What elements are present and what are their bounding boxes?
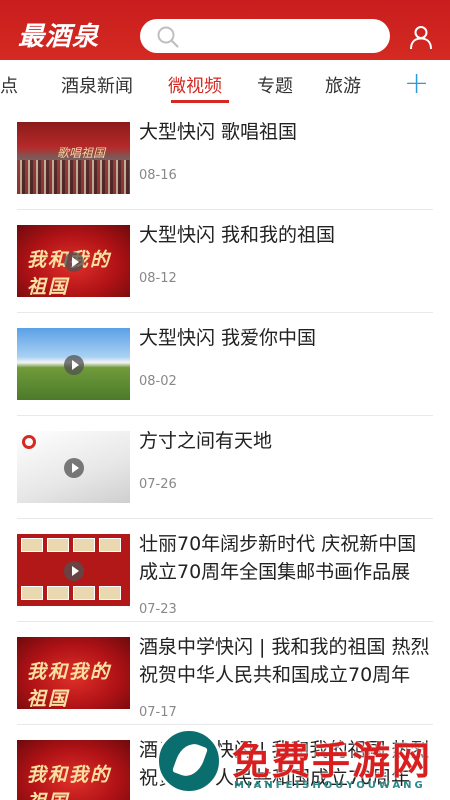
video-thumbnail	[17, 431, 130, 503]
watermark-title: 免费手游网	[232, 739, 433, 783]
watermark: 免费手游网 MIANFEISHOUYOUWANG	[150, 728, 450, 800]
stamp-image	[99, 538, 121, 552]
search-bar[interactable]	[140, 19, 390, 53]
stamp-image	[73, 538, 95, 552]
video-thumbnail: 歌唱祖国	[17, 122, 130, 194]
video-date: 07-17	[139, 705, 177, 720]
list-item-body: 我和我的祖国 酒泉中学快闪 | 我和我的祖国 热烈祝贺中华人民共和国成立70周年…	[17, 623, 433, 725]
thumbnail-caption: 我和我的祖国	[27, 764, 112, 800]
video-thumbnail	[17, 328, 130, 400]
video-title: 大型快闪 我爱你中国	[139, 327, 317, 349]
list-item[interactable]: 我和我的祖国 大型快闪 我和我的祖国 08-12	[0, 211, 450, 314]
play-icon	[64, 458, 84, 478]
video-date: 07-23	[139, 602, 177, 617]
list-item[interactable]: 歌唱祖国 大型快闪 歌唱祖国 08-16	[0, 108, 450, 211]
video-thumbnail: 我和我的祖国	[17, 637, 130, 709]
video-thumbnail	[17, 534, 130, 606]
stamp-image	[21, 538, 43, 552]
list-item[interactable]: 大型快闪 我爱你中国 08-02	[0, 314, 450, 417]
user-button[interactable]	[408, 24, 434, 54]
video-title: 方寸之间有天地	[139, 430, 273, 452]
stamp-image	[47, 538, 69, 552]
video-date: 08-02	[139, 374, 177, 389]
video-list: 歌唱祖国 大型快闪 歌唱祖国 08-16 我和我的祖国 大型快闪 我和我的祖国 …	[0, 108, 450, 800]
play-icon	[64, 252, 84, 272]
tab-topics[interactable]: 专题	[257, 72, 293, 98]
stamp-image	[73, 586, 95, 600]
video-title: 酒泉中学快闪 | 我和我的祖国 热烈祝贺中华人民共和国成立70周年	[139, 636, 430, 686]
video-title: 大型快闪 歌唱祖国	[139, 121, 298, 143]
channel-logo-icon	[22, 435, 36, 449]
search-input[interactable]	[184, 19, 374, 53]
tab-viewpoint[interactable]: 观点	[0, 72, 18, 98]
list-item-body: 我和我的祖国 大型快闪 我和我的祖国 08-12	[17, 211, 433, 313]
tab-travel[interactable]: 旅游	[325, 72, 361, 98]
list-item[interactable]: 我和我的祖国 酒泉中学快闪 | 我和我的祖国 热烈祝贺中华人民共和国成立70周年…	[0, 623, 450, 726]
video-title: 大型快闪 我和我的祖国	[139, 224, 336, 246]
tab-jiuquan-news[interactable]: 酒泉新闻	[61, 72, 133, 98]
video-title: 壮丽70年阔步新时代 庆祝新中国成立70周年全国集邮书画作品展	[139, 533, 417, 583]
stamp-image	[47, 586, 69, 600]
video-date: 07-26	[139, 477, 177, 492]
active-tab-indicator	[171, 100, 229, 103]
app-logo: 最酒泉	[18, 22, 100, 52]
watermark-subtitle: MIANFEISHOUYOUWANG	[234, 780, 426, 791]
play-icon	[64, 355, 84, 375]
search-icon	[157, 26, 179, 48]
list-item-body: 方寸之间有天地 07-26	[17, 417, 433, 519]
watermark-logo-icon	[156, 728, 222, 794]
tab-micro-video[interactable]: 微视频	[168, 72, 222, 98]
play-icon	[64, 561, 84, 581]
list-item-body: 壮丽70年阔步新时代 庆祝新中国成立70周年全国集邮书画作品展 07-23	[17, 520, 433, 622]
thumbnail-crowd	[17, 160, 130, 194]
thumbnail-caption: 歌唱祖国	[57, 146, 106, 160]
add-channel-button[interactable]: +	[404, 69, 429, 99]
stamp-image	[99, 586, 121, 600]
user-icon	[410, 26, 432, 50]
app-header: 最酒泉	[0, 0, 450, 60]
video-date: 08-12	[139, 271, 177, 286]
channel-tabs: 观点 酒泉新闻 微视频 专题 旅游 +	[0, 60, 450, 108]
thumbnail-caption: 我和我的祖国	[27, 661, 112, 709]
list-item-body: 歌唱祖国 大型快闪 歌唱祖国 08-16	[17, 108, 433, 210]
stamp-image	[21, 586, 43, 600]
video-thumbnail: 我和我的祖国	[17, 225, 130, 297]
list-item[interactable]: 方寸之间有天地 07-26	[0, 417, 450, 520]
list-item[interactable]: 壮丽70年阔步新时代 庆祝新中国成立70周年全国集邮书画作品展 07-23	[0, 520, 450, 623]
video-date: 08-16	[139, 168, 177, 183]
video-thumbnail: 我和我的祖国	[17, 740, 130, 800]
list-item-body: 大型快闪 我爱你中国 08-02	[17, 314, 433, 416]
